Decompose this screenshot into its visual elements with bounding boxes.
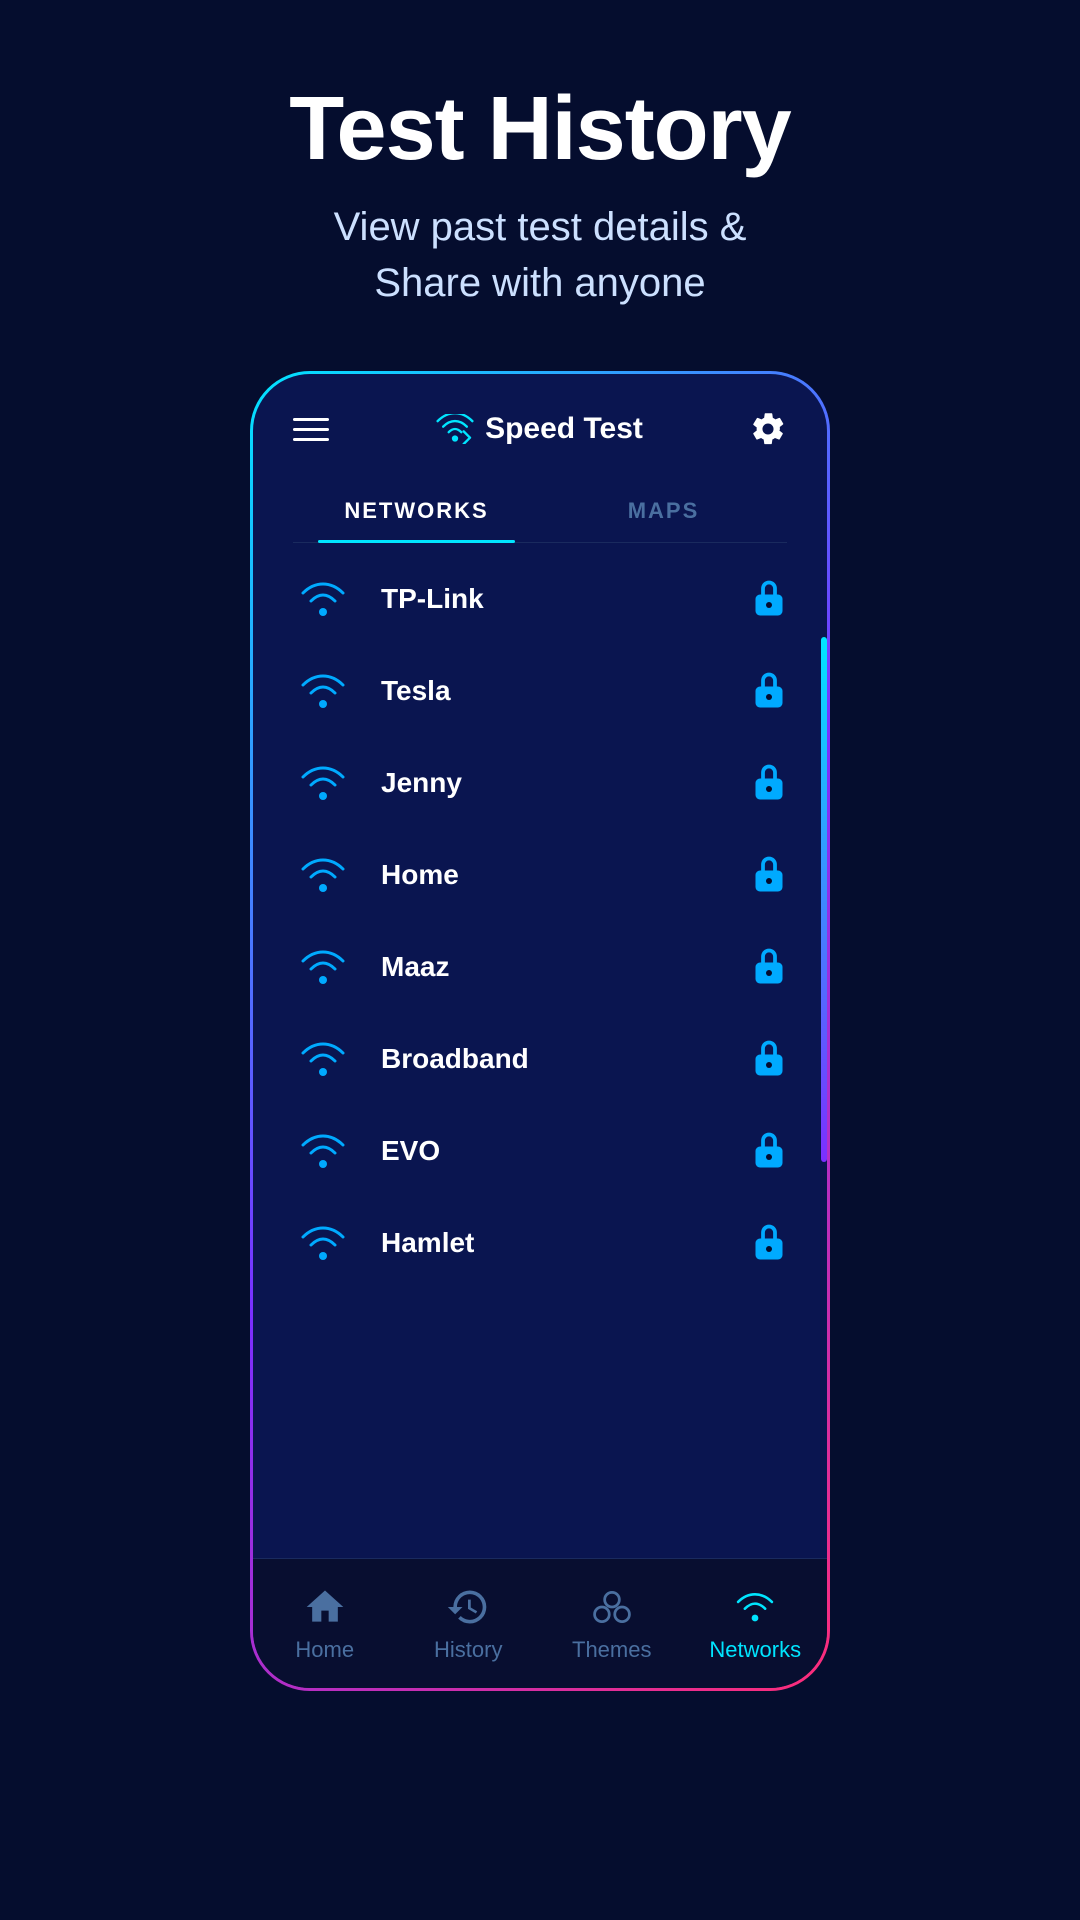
history-icon xyxy=(446,1585,490,1629)
app-name: Speed Test xyxy=(485,412,643,446)
app-logo: Speed Test xyxy=(435,412,643,446)
list-item[interactable]: Maaz xyxy=(253,921,827,1013)
network-name: Jenny xyxy=(381,767,751,799)
home-icon xyxy=(303,1585,347,1629)
nav-label-networks: Networks xyxy=(709,1637,801,1663)
page-title: Test History xyxy=(289,80,790,179)
wifi-icon xyxy=(297,1131,349,1171)
list-item[interactable]: TP-Link xyxy=(253,553,827,645)
list-item[interactable]: Hamlet xyxy=(253,1197,827,1289)
list-item[interactable]: EVO xyxy=(253,1105,827,1197)
network-name: Home xyxy=(381,859,751,891)
nav-label-themes: Themes xyxy=(572,1637,651,1663)
wifi-icon xyxy=(297,855,349,895)
wifi-icon xyxy=(297,947,349,987)
lock-icon xyxy=(751,577,787,621)
nav-item-themes[interactable]: Themes xyxy=(540,1585,684,1663)
lock-icon xyxy=(751,1037,787,1081)
phone-header: Speed Test xyxy=(253,374,827,468)
lock-icon xyxy=(751,761,787,805)
network-name: Maaz xyxy=(381,951,751,983)
tab-networks[interactable]: NETWORKS xyxy=(293,478,540,542)
wifi-logo-icon xyxy=(435,414,475,444)
network-list: TP-Link Tesla xyxy=(253,543,827,1688)
wifi-icon xyxy=(297,671,349,711)
wifi-icon xyxy=(297,1039,349,1079)
wifi-icon xyxy=(297,763,349,803)
network-name: EVO xyxy=(381,1135,751,1167)
nav-item-home[interactable]: Home xyxy=(253,1585,397,1663)
network-name: Hamlet xyxy=(381,1227,751,1259)
lock-icon xyxy=(751,1129,787,1173)
network-name: Broadband xyxy=(381,1043,751,1075)
wifi-icon xyxy=(297,579,349,619)
nav-label-history: History xyxy=(434,1637,502,1663)
list-item[interactable]: Home xyxy=(253,829,827,921)
header-section: Test History View past test details &Sha… xyxy=(289,0,790,371)
nav-item-history[interactable]: History xyxy=(397,1585,541,1663)
lock-icon xyxy=(751,945,787,989)
themes-icon xyxy=(590,1585,634,1629)
page-subtitle: View past test details &Share with anyon… xyxy=(289,199,790,311)
lock-icon xyxy=(751,669,787,713)
tabs-bar: NETWORKS MAPS xyxy=(293,478,787,543)
bottom-nav: Home History Themes Networks xyxy=(253,1558,827,1688)
phone-frame: Speed Test NETWORKS MAPS TP-Link xyxy=(250,371,830,1691)
list-item[interactable]: Broadband xyxy=(253,1013,827,1105)
list-item[interactable]: Jenny xyxy=(253,737,827,829)
wifi-icon xyxy=(297,1223,349,1263)
nav-label-home: Home xyxy=(295,1637,354,1663)
network-name: Tesla xyxy=(381,675,751,707)
nav-item-networks[interactable]: Networks xyxy=(684,1585,828,1663)
lock-icon xyxy=(751,1221,787,1265)
menu-button[interactable] xyxy=(293,418,329,441)
tab-maps[interactable]: MAPS xyxy=(540,478,787,542)
networks-icon xyxy=(733,1585,777,1629)
settings-icon[interactable] xyxy=(749,410,787,448)
list-item[interactable]: Tesla xyxy=(253,645,827,737)
lock-icon xyxy=(751,853,787,897)
network-name: TP-Link xyxy=(381,583,751,615)
